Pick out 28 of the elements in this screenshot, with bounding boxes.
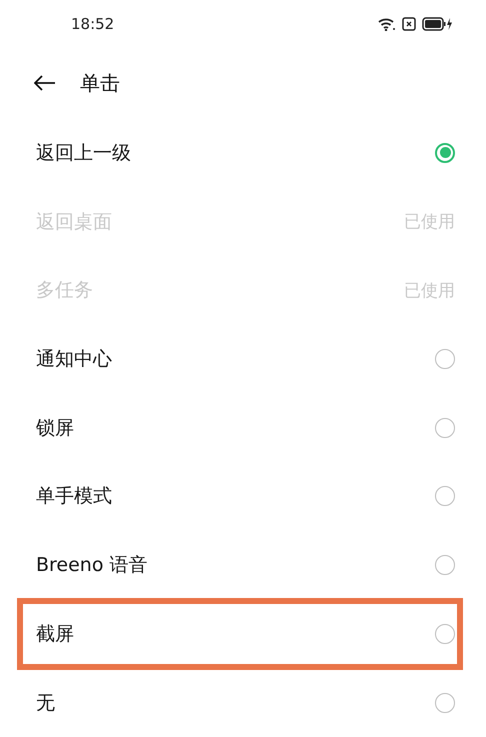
- back-button[interactable]: [34, 75, 56, 92]
- option-row[interactable]: 无: [0, 668, 486, 737]
- status-time: 18:52: [71, 14, 114, 33]
- option-row[interactable]: 锁屏: [0, 393, 486, 462]
- option-row[interactable]: 返回上一级: [0, 118, 486, 188]
- option-label: Breeno 语音: [36, 553, 148, 578]
- option-row[interactable]: 单手模式: [0, 462, 486, 531]
- radio-button[interactable]: [435, 692, 455, 713]
- radio-button[interactable]: [435, 486, 455, 506]
- wifi-icon: [378, 16, 396, 31]
- option-row[interactable]: 通知中心: [0, 324, 486, 394]
- option-label: 返回上一级: [36, 140, 131, 166]
- option-row[interactable]: Breeno 语音: [0, 530, 486, 600]
- option-label: 无: [36, 690, 55, 716]
- radio-button[interactable]: [435, 142, 455, 163]
- radio-button[interactable]: [435, 418, 455, 438]
- page-title: 单击: [80, 70, 120, 97]
- radio-button[interactable]: [435, 624, 455, 644]
- option-row[interactable]: 截屏: [0, 600, 486, 668]
- option-label: 单手模式: [36, 484, 112, 510]
- battery-charging-icon: [422, 16, 452, 31]
- option-label: 截屏: [36, 622, 74, 647]
- radio-button[interactable]: [435, 349, 455, 370]
- back-arrow-icon: [34, 75, 56, 92]
- sim-icon: [402, 16, 416, 31]
- radio-button[interactable]: [435, 555, 455, 576]
- option-label: 通知中心: [36, 347, 112, 372]
- option-label: 锁屏: [36, 416, 74, 441]
